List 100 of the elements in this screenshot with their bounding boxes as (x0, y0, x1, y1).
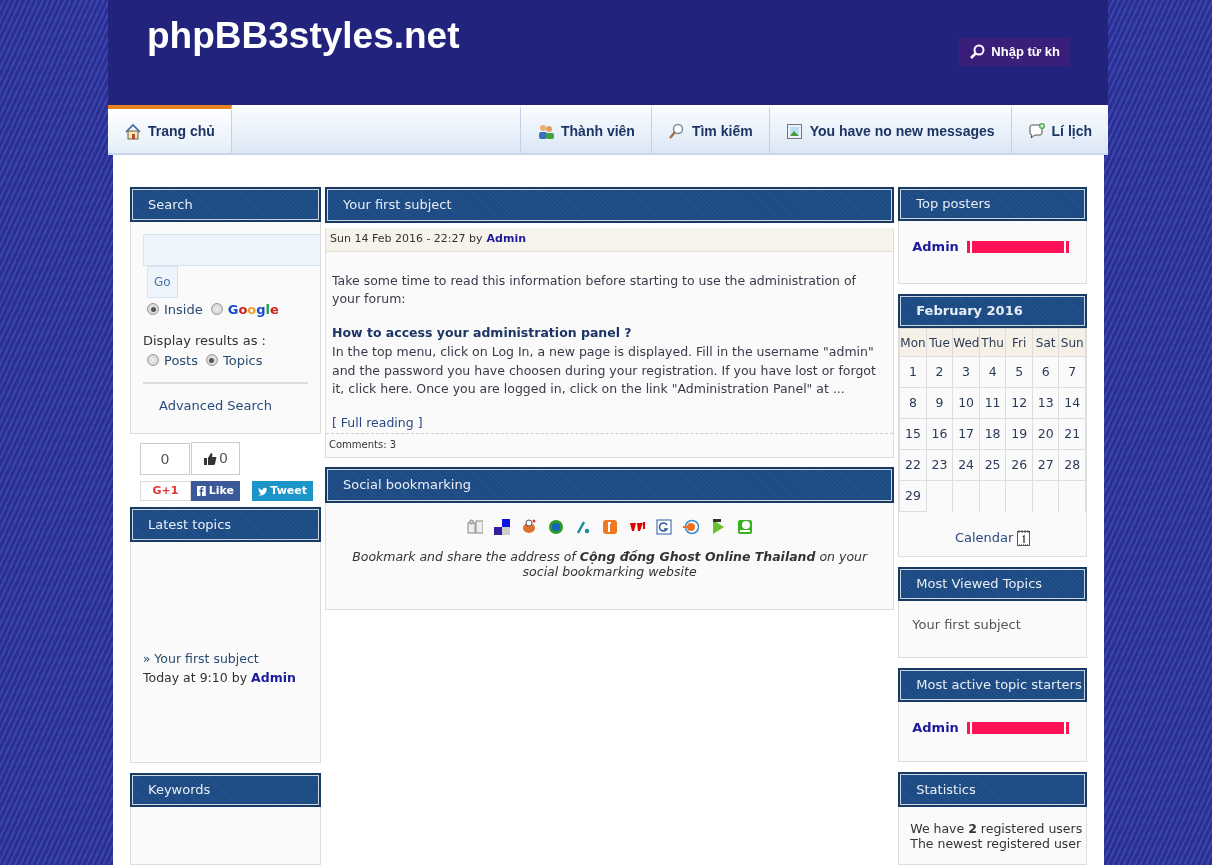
like-count: 0 (191, 442, 240, 476)
calendar-day[interactable]: 6 (1032, 356, 1059, 388)
letter-tile-icon (601, 518, 618, 535)
calendar-day[interactable]: 14 (1058, 387, 1086, 419)
calendar-day[interactable]: 27 (1032, 449, 1059, 481)
post-heading: How to access your administration panel ? (332, 324, 633, 342)
calendar-day[interactable]: 20 (1032, 418, 1059, 450)
radio-button[interactable] (147, 354, 159, 367)
calendar-day[interactable]: 21 (1058, 418, 1086, 450)
radio-button[interactable] (206, 354, 218, 367)
home-icon (124, 122, 141, 140)
calendar-day[interactable]: 16 (926, 418, 953, 450)
nav-tab[interactable]: You have no new messages (768, 105, 1011, 153)
calendar-day[interactable]: 9 (926, 387, 953, 419)
post-date: Sun 14 Feb 2016 - 22:27 by (330, 231, 483, 247)
calendar-day[interactable]: 18 (979, 418, 1006, 450)
panel-header: Latest topics (130, 507, 321, 542)
target-icon (682, 518, 699, 535)
calendar-day[interactable]: 12 (1005, 387, 1033, 419)
like-button[interactable]: Like (191, 481, 240, 502)
squares-icon (493, 518, 510, 535)
username-link[interactable]: Admin (912, 718, 959, 738)
calendar-day[interactable]: 2 (926, 356, 953, 388)
panel-header: Most Viewed Topics (898, 566, 1087, 602)
calendar-day[interactable]: 25 (979, 449, 1006, 481)
nav-tab[interactable]: Thành viên (520, 105, 651, 153)
picture-icon (785, 122, 803, 140)
panel-header: Keywords (130, 772, 321, 808)
calendar-day[interactable]: 4 (979, 356, 1006, 388)
nav-tab[interactable]: Tìm kiếm (650, 105, 769, 153)
full-reading-link[interactable]: [ Full reading ] (332, 414, 423, 433)
calendar-day[interactable]: 1 (899, 356, 927, 388)
search-field[interactable] (143, 233, 320, 266)
calendar-day[interactable]: 29 (899, 480, 927, 512)
creature-icon (520, 518, 537, 535)
post-text: In the top menu, click on Log In, a new page is displayed. Fill in the username "admin" and the password you have choosen during your registration. If you have lost or forgot it, click here. Once you are logged in, click on the link "Administration Panel" at ... (332, 342, 877, 399)
radio-option[interactable]: Topics (206, 350, 263, 370)
framed-tile-icon (655, 518, 672, 535)
calendar-day[interactable]: 5 (1005, 356, 1033, 388)
radio-option[interactable]: Google (210, 299, 279, 319)
topic-link[interactable]: Your first subject (899, 601, 1086, 635)
nav-tab[interactable]: Lí lịch (1010, 105, 1108, 153)
calendar-day[interactable]: 10 (952, 387, 980, 419)
radio-button[interactable] (147, 303, 159, 316)
panel-header: February 2016 (898, 293, 1087, 329)
calendar-day[interactable]: 13 (1032, 387, 1059, 419)
panel-header: Search (130, 187, 321, 222)
panel-header: Statistics (898, 772, 1087, 807)
weekday-header: Sat (1032, 328, 1059, 357)
weekday-header: Thu (979, 328, 1006, 357)
calendar-day[interactable]: 15 (899, 418, 927, 450)
calendar-day[interactable]: 3 (952, 356, 980, 388)
panel-header: Social bookmarking (325, 466, 895, 503)
search-icon (969, 43, 986, 60)
users-icon (537, 122, 554, 140)
search-icon (667, 122, 685, 140)
display-label: Display results as : (143, 332, 267, 350)
panel-header: Most active topic starters (898, 667, 1087, 703)
weekday-header: Mon (899, 328, 927, 357)
go-button[interactable]: Go (147, 265, 178, 298)
post-text: Take some time to read this information before starting to use the administration of your forum: (332, 271, 857, 309)
calendar-day[interactable]: 26 (1005, 449, 1033, 481)
panel-header: Your first subject (325, 187, 895, 223)
calendar-day[interactable]: 8 (899, 387, 927, 419)
weekday-header: Sun (1058, 328, 1086, 357)
calendar-day[interactable]: 28 (1058, 449, 1086, 481)
calendar-day[interactable]: 24 (952, 449, 980, 481)
username-link[interactable]: Admin (486, 231, 526, 248)
thumbs-up-icon (203, 452, 218, 466)
topic-link[interactable]: Your first subject (154, 649, 259, 669)
statistics-text: We have 2 registered users (910, 820, 1084, 836)
nav-tab[interactable]: Trang chủ (108, 105, 232, 153)
calendar-day[interactable]: 11 (979, 387, 1006, 419)
plus-one-button[interactable]: G+1 (140, 481, 191, 502)
weekday-header: Fri (1005, 328, 1033, 357)
username-link[interactable]: Admin (251, 668, 296, 688)
calendar-day[interactable]: 22 (899, 449, 927, 481)
topic-meta: Today at 9:10 by (143, 668, 248, 687)
bird-icon (258, 485, 268, 497)
radio-button[interactable] (210, 303, 223, 316)
bullet-mark: » (143, 650, 151, 668)
calendar-day[interactable]: 23 (926, 449, 953, 481)
calendar-day[interactable]: 7 (1058, 356, 1086, 388)
search-button[interactable]: Nhập từ kh (959, 38, 1070, 66)
statistics-text: The newest registered user (910, 835, 1083, 851)
calendar-icon (1017, 529, 1031, 547)
radio-option[interactable]: Posts (147, 350, 198, 370)
calendar-day[interactable]: 17 (952, 418, 980, 450)
calendar-link[interactable]: Calendar (954, 528, 1014, 548)
calendar-day[interactable]: 19 (1005, 418, 1033, 450)
site-title[interactable]: phpBB3styles.net (147, 16, 460, 57)
panel-header: Top posters (898, 187, 1087, 222)
advanced-search-link[interactable]: Advanced Search (131, 396, 300, 416)
bookmark-text: Bookmark and share the address of Cộng đồng Ghost Online Thailand on your social bookmarking website (351, 548, 869, 580)
round-badge-icon (547, 518, 564, 535)
username-link[interactable]: Admin (912, 237, 959, 257)
like-count: 0 (140, 443, 190, 476)
weekday-header: Wed (952, 328, 980, 357)
radio-option[interactable]: Inside (147, 299, 203, 319)
comments-count: Comments: 3 (326, 432, 894, 455)
